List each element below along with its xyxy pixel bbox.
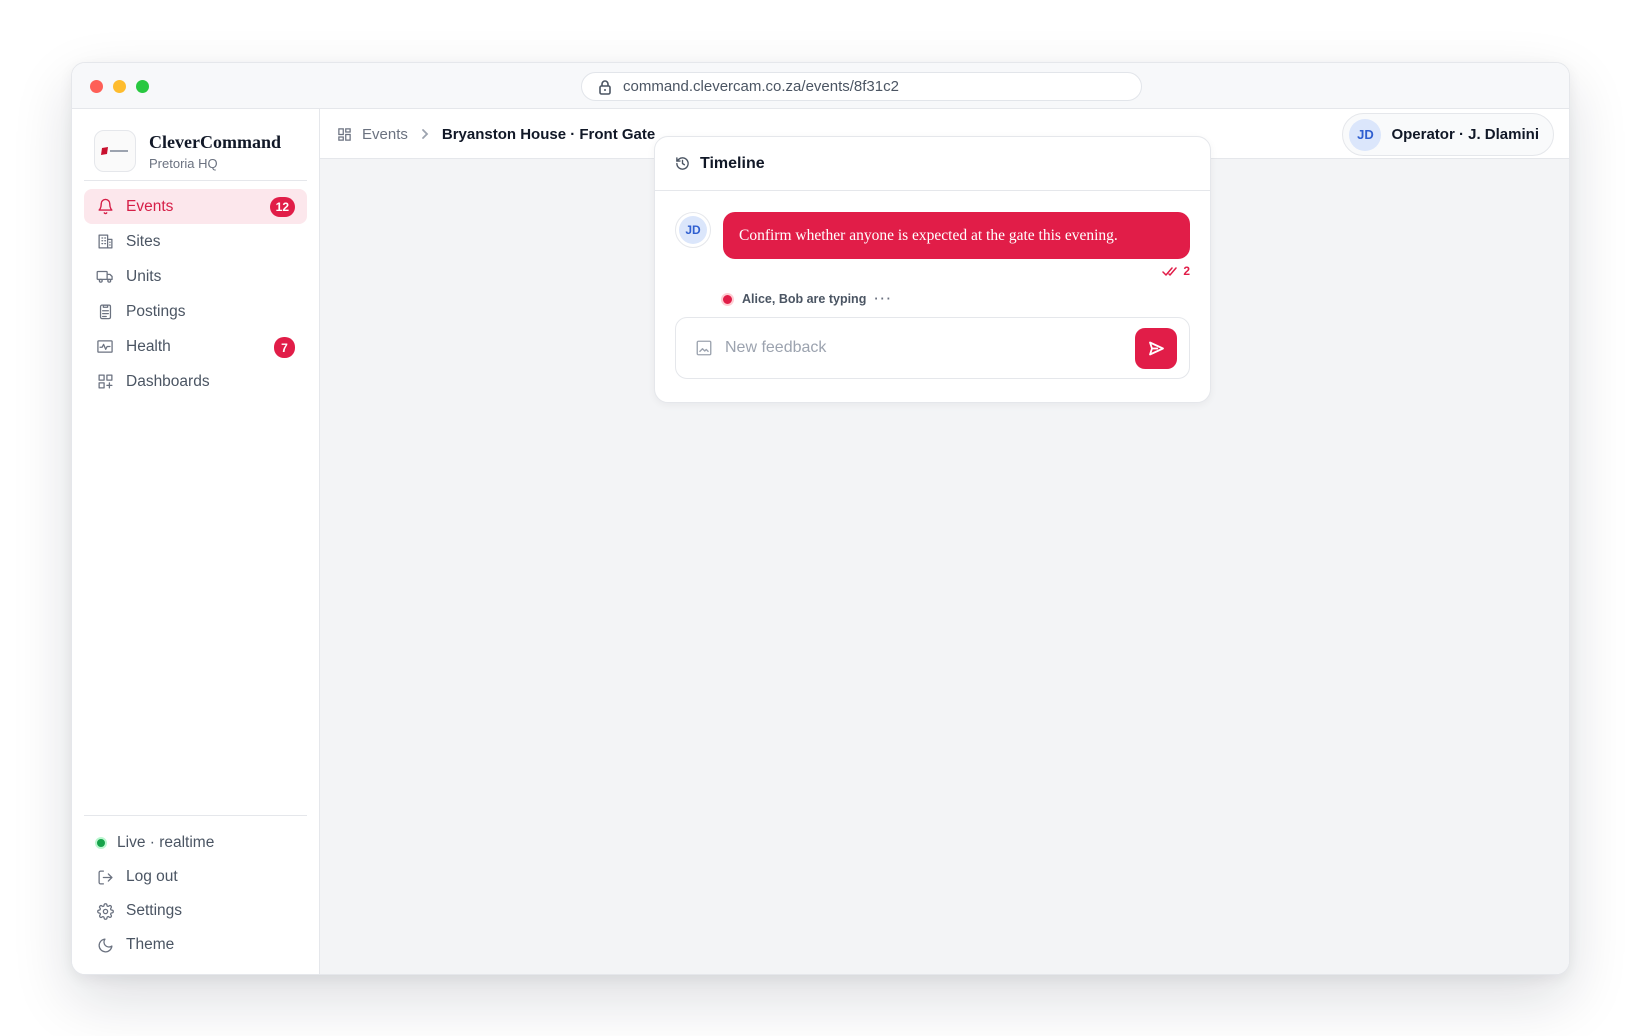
live-status-dot xyxy=(95,837,107,849)
breadcrumb-events-link[interactable]: Events xyxy=(362,126,408,143)
sidebar-item-label: Postings xyxy=(126,302,186,320)
sidebar-item-sites[interactable]: Sites xyxy=(84,224,307,259)
message-author: JD xyxy=(675,212,711,248)
sidebar: CleverCommand Pretoria HQ Events 12 Site… xyxy=(72,109,320,974)
settings-button[interactable]: Settings xyxy=(84,894,307,928)
operator-label: Operator · J. Dlamini xyxy=(1391,126,1539,143)
timeline-header: Timeline xyxy=(655,137,1210,191)
send-icon xyxy=(1148,341,1164,356)
live-status: Live · realtime xyxy=(84,826,307,860)
feedback-input[interactable] xyxy=(725,339,1105,357)
sidebar-footer: Live · realtime Log out Settings Theme xyxy=(84,826,307,962)
sidebar-item-postings[interactable]: Postings xyxy=(84,294,307,329)
timeline-title: Timeline xyxy=(700,154,765,172)
sidebar-item-label: Dashboards xyxy=(126,372,210,390)
sidebar-item-dashboards[interactable]: Dashboards xyxy=(84,364,307,399)
history-icon xyxy=(676,157,689,170)
close-window-button[interactable] xyxy=(90,80,103,93)
main-content: Events Bryanston House · Front Gate JD O… xyxy=(320,109,1569,974)
clipboard-icon xyxy=(96,303,114,321)
truck-icon xyxy=(96,268,114,286)
image-attach-icon[interactable] xyxy=(695,339,713,357)
brand: CleverCommand Pretoria HQ xyxy=(94,129,281,173)
brand-subtitle: Pretoria HQ xyxy=(149,155,218,171)
read-count: 2 xyxy=(1183,264,1190,278)
message-bubble: Confirm whether anyone is expected at th… xyxy=(723,212,1190,259)
sidebar-nav: Events 12 Sites Units Postings Health 7 xyxy=(84,189,307,399)
brand-name: CleverCommand xyxy=(149,131,281,152)
building-icon xyxy=(96,233,114,251)
health-count-badge: 7 xyxy=(274,337,295,358)
sidebar-item-units[interactable]: Units xyxy=(84,259,307,294)
send-button[interactable] xyxy=(1135,328,1177,369)
typing-indicator: Alice, Bob are typing ··· xyxy=(721,292,893,306)
chevron-right-icon xyxy=(420,128,430,140)
breadcrumb: Events Bryanston House · Front Gate xyxy=(337,109,655,159)
theme-label: Theme xyxy=(126,936,175,953)
sidebar-item-health[interactable]: Health 7 xyxy=(84,329,307,364)
typing-text: Alice, Bob are typing xyxy=(742,292,867,306)
activity-icon xyxy=(96,338,114,356)
logout-icon xyxy=(96,868,114,886)
sidebar-item-label: Sites xyxy=(126,232,161,250)
sidebar-item-label: Health xyxy=(126,337,171,355)
gear-icon xyxy=(96,902,114,920)
grid-icon xyxy=(338,127,351,141)
sidebar-item-label: Units xyxy=(126,267,162,285)
logout-button[interactable]: Log out xyxy=(84,860,307,894)
address-bar[interactable]: command.clevercam.co.za/events/8f31c2 xyxy=(581,72,1142,101)
live-status-label: Live · realtime xyxy=(117,834,215,851)
sidebar-item-label: Events xyxy=(126,197,174,215)
minimize-window-button[interactable] xyxy=(113,80,126,93)
url-text: command.clevercam.co.za/events/8f31c2 xyxy=(623,78,899,95)
dashboard-icon xyxy=(96,373,114,391)
timeline-card: Timeline JD Confirm whether anyone is ex… xyxy=(654,136,1211,403)
typing-status-dot xyxy=(721,292,734,306)
breadcrumb-current: Bryanston House · Front Gate xyxy=(441,125,656,143)
settings-label: Settings xyxy=(126,902,183,919)
brand-logo xyxy=(94,130,136,172)
browser-titlebar: command.clevercam.co.za/events/8f31c2 xyxy=(72,63,1569,109)
events-count-badge: 12 xyxy=(269,197,295,217)
sidebar-divider xyxy=(84,180,307,181)
moon-icon xyxy=(96,936,114,954)
operator-menu[interactable]: JD Operator · J. Dlamini xyxy=(1342,113,1554,156)
operator-avatar: JD xyxy=(1349,118,1382,151)
browser-window: command.clevercam.co.za/events/8f31c2 Cl… xyxy=(71,62,1570,975)
sidebar-divider xyxy=(84,815,307,816)
maximize-window-button[interactable] xyxy=(136,80,149,93)
feedback-composer xyxy=(675,317,1190,379)
theme-toggle[interactable]: Theme xyxy=(84,928,307,962)
sidebar-item-events[interactable]: Events 12 xyxy=(84,189,307,224)
double-check-icon xyxy=(1162,266,1178,276)
logout-label: Log out xyxy=(126,868,178,885)
bell-icon xyxy=(96,198,114,216)
lock-icon xyxy=(599,79,611,95)
read-receipt: 2 xyxy=(1162,264,1190,278)
message-avatar: JD xyxy=(679,216,707,244)
typing-ellipsis-icon: ··· xyxy=(874,292,893,306)
